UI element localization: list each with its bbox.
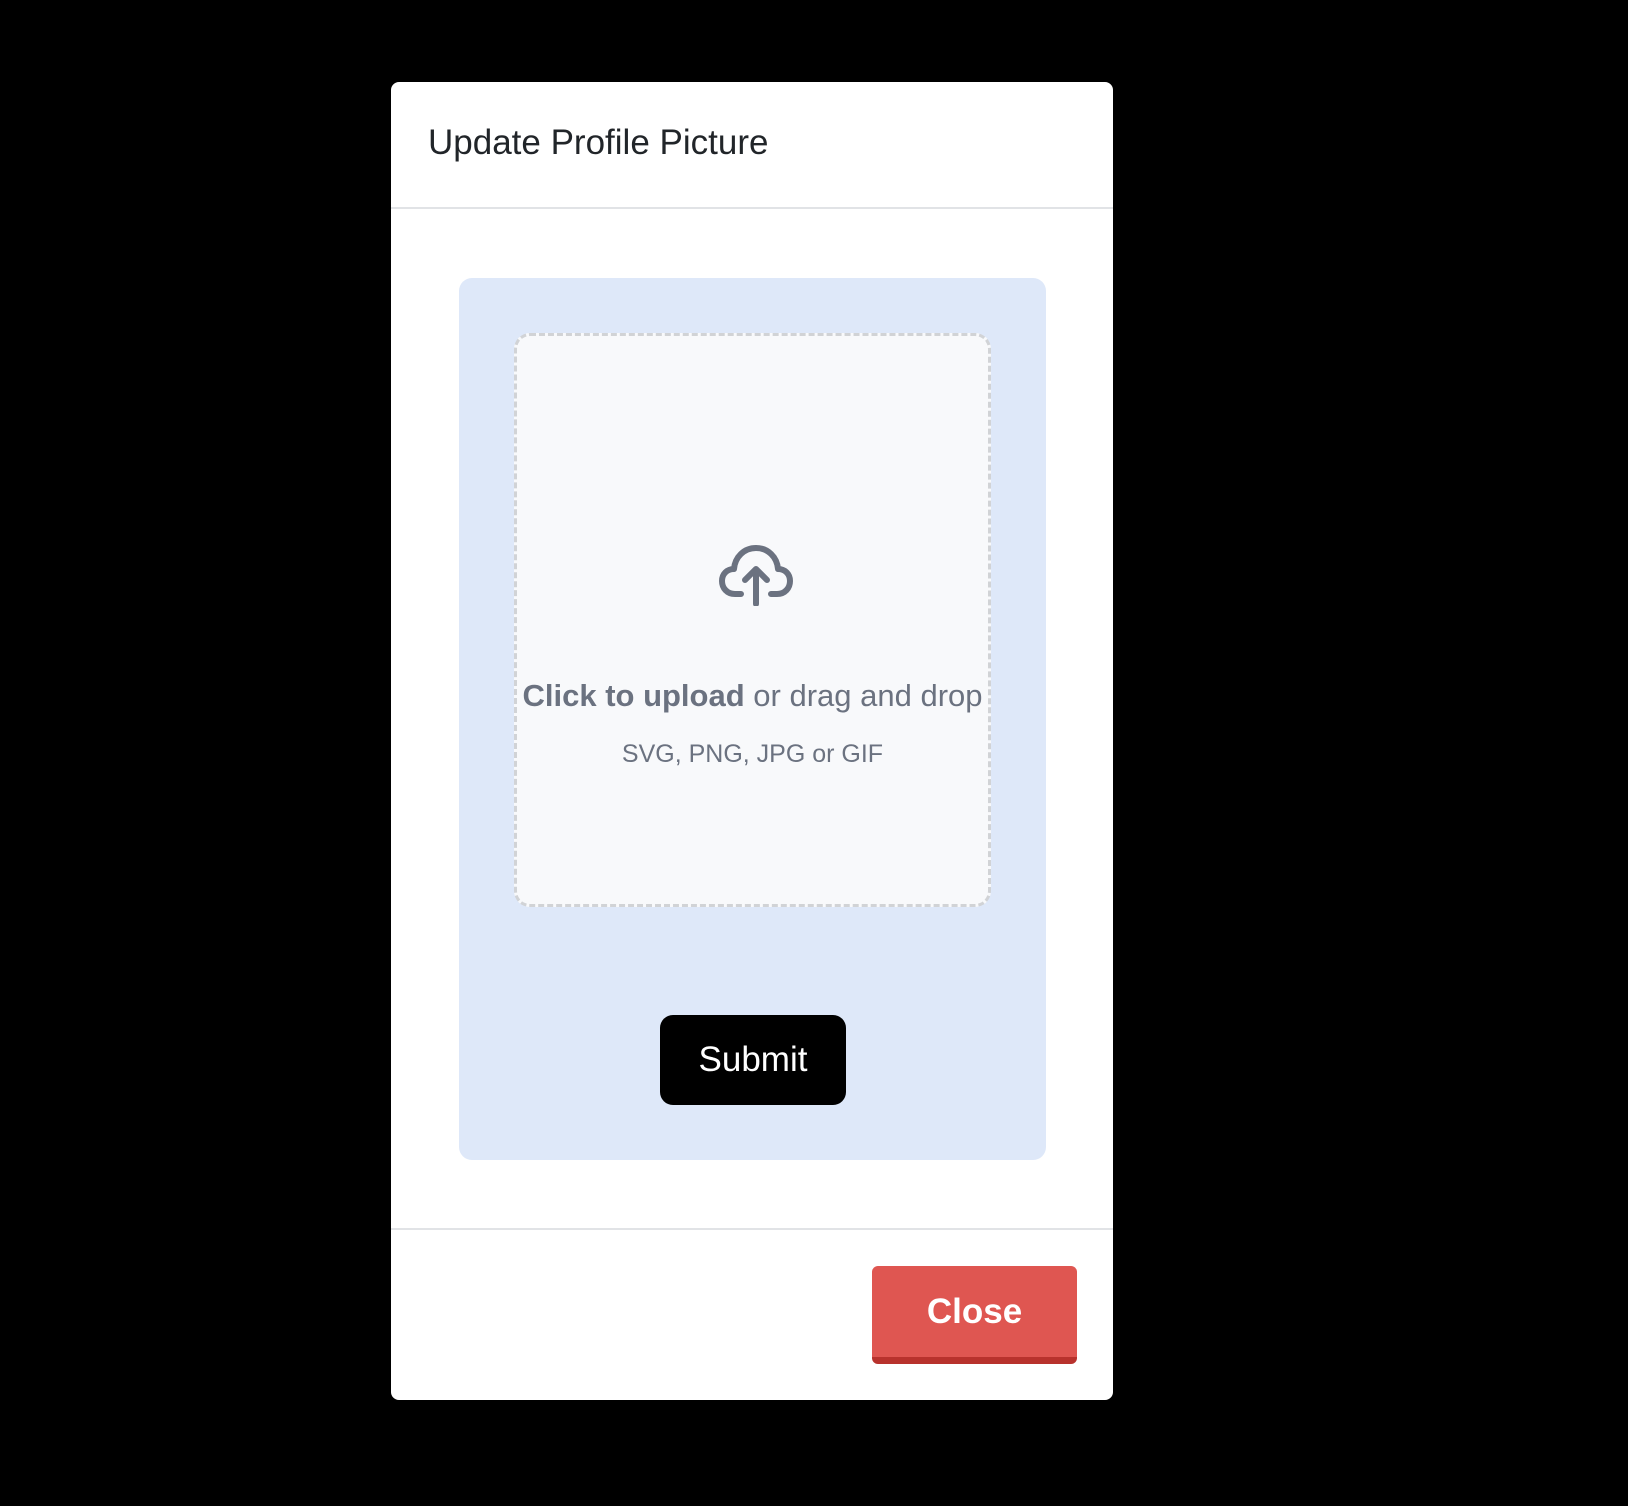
cloud-upload-icon — [719, 545, 793, 606]
upload-panel: Click to upload or drag and drop SVG, PN… — [459, 278, 1046, 1160]
footer-divider — [391, 1228, 1113, 1230]
submit-button[interactable]: Submit — [660, 1015, 846, 1105]
close-button[interactable]: Close — [872, 1266, 1077, 1364]
upload-instructions: Click to upload or drag and drop — [517, 680, 988, 711]
file-dropzone[interactable]: Click to upload or drag and drop SVG, PN… — [514, 333, 991, 907]
update-profile-picture-modal: Update Profile Picture Click to upload o… — [391, 82, 1113, 1400]
click-to-upload-label[interactable]: Click to upload — [522, 678, 744, 713]
modal-title: Update Profile Picture — [428, 123, 769, 162]
drag-and-drop-label: or drag and drop — [744, 678, 983, 713]
modal-header: Update Profile Picture — [391, 82, 1113, 209]
accepted-formats-text: SVG, PNG, JPG or GIF — [621, 740, 884, 768]
